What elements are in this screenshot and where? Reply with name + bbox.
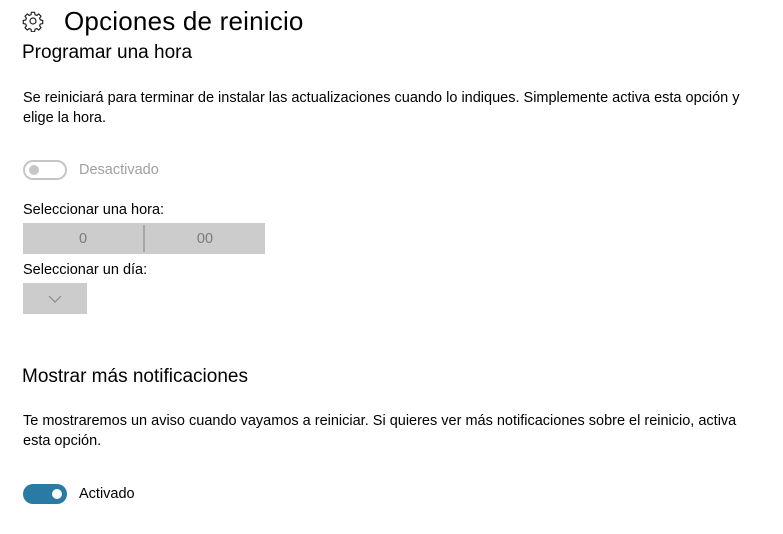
day-select[interactable] <box>23 283 87 314</box>
toggle-knob <box>52 489 62 499</box>
notifications-toggle[interactable] <box>23 484 67 504</box>
day-label: Seleccionar un día: <box>23 262 148 278</box>
toggle-knob <box>29 165 39 175</box>
schedule-toggle-label: Desactivado <box>79 162 159 178</box>
schedule-description: Se reiniciará para terminar de instalar … <box>23 90 740 126</box>
time-picker[interactable]: 0 00 <box>23 223 265 254</box>
minute-field[interactable]: 00 <box>145 223 265 254</box>
time-label: Seleccionar una hora: <box>23 202 165 218</box>
schedule-toggle-row: Desactivado <box>23 160 159 180</box>
notifications-toggle-label: Activado <box>79 486 135 502</box>
notifications-toggle-row: Activado <box>23 484 135 504</box>
chevron-down-icon <box>48 290 62 308</box>
schedule-toggle[interactable] <box>23 160 67 180</box>
page-title: Opciones de reinicio <box>64 5 304 36</box>
gear-icon <box>22 10 44 32</box>
notifications-section-title: Mostrar más notificaciones <box>22 366 248 387</box>
hour-field[interactable]: 0 <box>23 223 143 254</box>
notifications-description: Te mostraremos un aviso cuando vayamos a… <box>23 413 737 449</box>
page-header: Opciones de reinicio <box>22 4 304 38</box>
schedule-section-title: Programar una hora <box>22 42 193 63</box>
